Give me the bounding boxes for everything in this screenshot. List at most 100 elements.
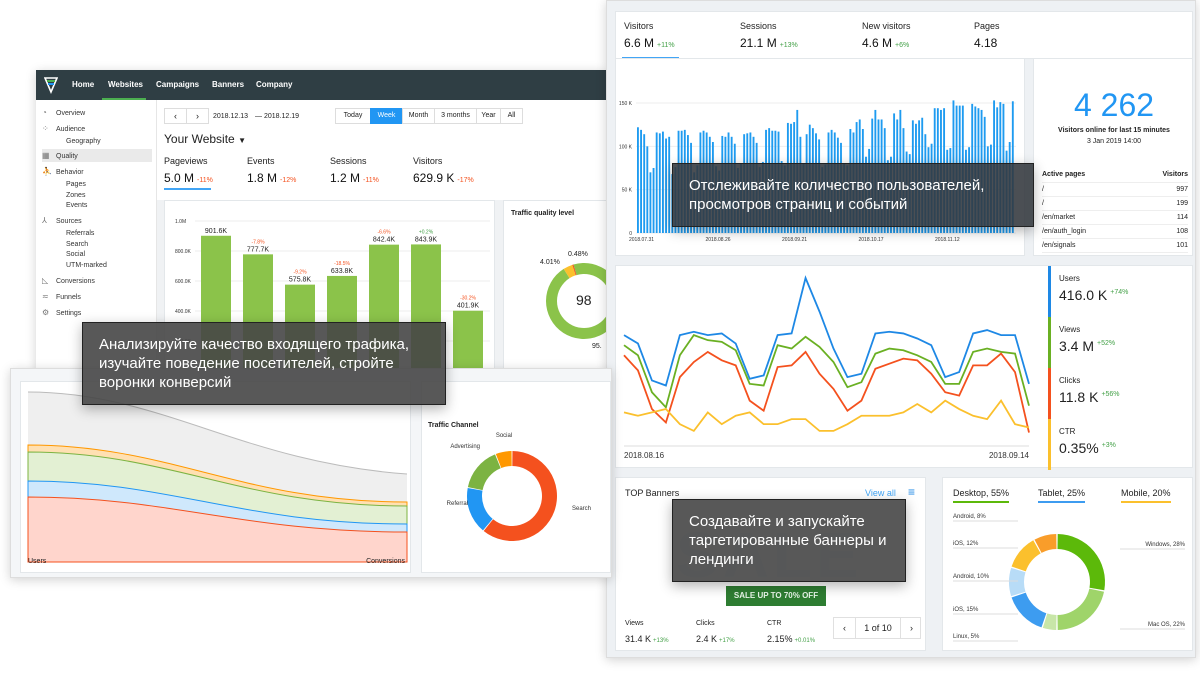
traffic-quality-title: Traffic quality level xyxy=(511,210,575,217)
sidebar-item-quality[interactable]: ▦ Quality xyxy=(42,148,152,162)
channel-slice-advertising xyxy=(467,454,501,491)
bar-value-label: 575.8K xyxy=(289,277,312,284)
banner-discount-tag: SALE UP TO 70% OFF xyxy=(726,586,826,606)
funnel-panel: Users Conversions xyxy=(20,381,411,573)
metric-value: 1.8 M xyxy=(247,171,278,185)
date-from[interactable]: 2018.12.13 xyxy=(213,113,248,120)
period-year[interactable]: Year xyxy=(476,108,501,124)
feature-callout-banners: Создавайте и запускайте таргетированные … xyxy=(672,499,906,582)
metric-value: 21.1 M xyxy=(740,36,777,50)
metric-change: -11% xyxy=(363,177,379,184)
legend-label: Clicks xyxy=(1059,376,1081,385)
table-row[interactable]: /199 xyxy=(1042,196,1188,211)
visitors-bar-chart: 150 K100 K50 K02018.07.31 2018.08.26 2018.… xyxy=(619,100,1016,243)
prev-button[interactable]: ‹ xyxy=(164,108,187,124)
online-panel: 4 262 Visitors online for last 15 minute… xyxy=(1033,58,1193,256)
sidebar-item-sources[interactable]: ⅄ Sources xyxy=(42,214,152,227)
metric-value: 4.18 xyxy=(974,36,998,50)
period-today[interactable]: Today xyxy=(335,108,371,124)
table-row[interactable]: /en/auth_login 108 xyxy=(1042,224,1188,239)
x-tick-label: 2018.09.14 xyxy=(989,451,1030,460)
table-row[interactable]: /en/market 114 xyxy=(1042,210,1188,225)
legend-change: +56% xyxy=(1101,390,1120,398)
quality-label-red: 0.48% xyxy=(568,251,588,258)
content-header: ‹ › 2018.12.13 — 2018.12.19 Today Week Mon… xyxy=(157,100,606,200)
funnel-start-label: Users xyxy=(28,558,47,565)
metric-pageviews[interactable]: Pageviews 5.0 M -11% xyxy=(164,156,213,187)
period-month[interactable]: Month xyxy=(402,108,435,124)
banner-stat-ctr: CTR 2.15% +0.01% xyxy=(767,620,815,647)
device-label: Linux, 5% xyxy=(953,634,980,640)
legend-users[interactable]: Users 416.0 K +74% xyxy=(1048,266,1188,317)
sidebar-item-funnels[interactable]: ≂ Funnels xyxy=(42,290,152,303)
period-3-months[interactable]: 3 months xyxy=(434,108,477,124)
metric-value: 1.2 M xyxy=(330,171,361,185)
sidebar-item-audience[interactable]: ⁘ Audience xyxy=(42,122,152,135)
feature-callout-quality: Анализируйте качество входящего трафика,… xyxy=(82,322,446,405)
sidebar-item-conversions[interactable]: ◺ Conversions xyxy=(42,274,152,287)
legend-change: +74% xyxy=(1110,288,1129,296)
metric-label: Visitors xyxy=(624,21,654,31)
sidebar-item-behavior[interactable]: ⛹ Behavior xyxy=(42,165,152,178)
sidebar-item-label: Overview xyxy=(56,110,86,117)
sidebar-item-events[interactable]: Events xyxy=(66,199,176,212)
metric-pages[interactable]: Pages 4.18 xyxy=(974,21,1000,52)
sidebar-item-utm-marked[interactable]: UTM-marked xyxy=(66,259,176,272)
metric-change: -12% xyxy=(280,177,297,184)
y-tick-label: 800.0K xyxy=(175,249,192,255)
metric-visitors[interactable]: Visitors 6.6 M +11% xyxy=(624,21,675,52)
walk-icon: ⛹ xyxy=(42,166,52,176)
metric-new-visitors[interactable]: New visitors 4.6 M +6% xyxy=(862,21,911,52)
date-to[interactable]: — 2018.12.19 xyxy=(255,113,299,120)
bar-value-label: 843.9K xyxy=(415,236,438,243)
table-row[interactable]: /en/signals 101 xyxy=(1042,238,1188,253)
metric-value: 6.6 M xyxy=(624,36,655,50)
top-nav: Home Websites Campaigns Banners Company xyxy=(36,70,606,100)
metric-visitors[interactable]: Visitors 629.9 K -17% xyxy=(413,156,474,187)
users-line-chart: 2018.08.16 2018.09.14 xyxy=(623,275,1030,460)
bar-change-label: -30.2% xyxy=(460,296,476,302)
device-slice-windows xyxy=(1057,534,1105,591)
legend-value-row: 3.4 M +52% xyxy=(1059,338,1188,356)
pager-next-button[interactable]: › xyxy=(900,618,922,638)
stat-value-row: 2.4 K +17% xyxy=(696,629,735,647)
bar xyxy=(637,127,639,233)
column-header: Visitors xyxy=(1134,167,1188,183)
sidebar-item-label: Funnels xyxy=(56,294,81,302)
nav-company[interactable]: Company xyxy=(256,80,292,89)
x-tick-label: 2018.08.26 xyxy=(706,237,731,243)
metric-label: New visitors xyxy=(862,21,911,31)
metric-sessions[interactable]: Sessions 1.2 M -11% xyxy=(330,156,379,187)
page-path: /en/market xyxy=(1042,210,1135,225)
legend-clicks[interactable]: Clicks 11.8 K +56% xyxy=(1048,368,1188,419)
metric-events[interactable]: Events 1.8 M -12% xyxy=(247,156,296,187)
legend-views[interactable]: Views 3.4 M +52% xyxy=(1048,317,1188,368)
sidebar-item-label: Conversions xyxy=(56,278,95,286)
legend-ctr[interactable]: CTR 0.35% +3% xyxy=(1048,419,1188,470)
nav-campaigns[interactable]: Campaigns xyxy=(156,80,199,89)
stat-change: +17% xyxy=(719,638,735,644)
period-all[interactable]: All xyxy=(500,108,523,124)
view-all-link[interactable]: View all xyxy=(865,488,896,498)
device-label: Mac OS, 22% xyxy=(1148,622,1186,628)
table-row[interactable]: /997 xyxy=(1042,182,1188,197)
visitors-count: 199 xyxy=(1134,196,1188,211)
visitors-count: 114 xyxy=(1134,210,1188,225)
site-selector[interactable]: Your Website ▼ xyxy=(164,132,246,146)
next-button[interactable]: › xyxy=(186,108,209,124)
menu-icon[interactable]: ≡ xyxy=(908,485,915,499)
site-name: Your Website xyxy=(164,132,235,146)
sidebar-item-label: Events xyxy=(66,202,88,209)
sidebar-item-settings[interactable]: ⚙ Settings xyxy=(42,306,152,319)
metric-sessions[interactable]: Sessions 21.1 M +13% xyxy=(740,21,798,52)
pager-prev-button[interactable]: ‹ xyxy=(834,618,856,638)
sidebar-item-overview[interactable]: ◔ Overview xyxy=(42,106,152,119)
visitors-count: 108 xyxy=(1134,224,1188,239)
period-week[interactable]: Week xyxy=(370,108,403,124)
nav-websites[interactable]: Websites xyxy=(108,80,143,89)
metric-label: Pages xyxy=(974,21,1000,31)
nav-banners[interactable]: Banners xyxy=(212,80,244,89)
traffic-channel-panel: Search Referral Advertising Social Traffic … xyxy=(421,381,611,573)
legend-value: 0.35% xyxy=(1059,440,1099,456)
nav-home[interactable]: Home xyxy=(72,80,94,89)
